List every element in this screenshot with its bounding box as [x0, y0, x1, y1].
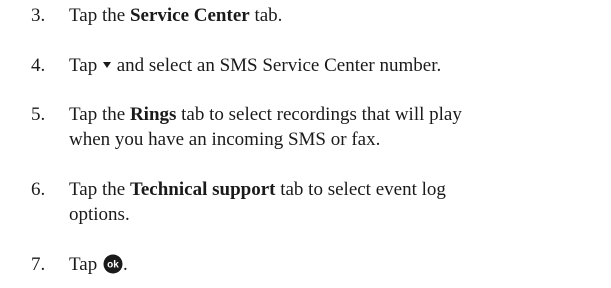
step-text-post: tab to select event log — [275, 179, 446, 200]
step-text-pre: Tap the — [69, 179, 130, 200]
step-text-line2: when you have an incoming SMS or fax. — [69, 129, 381, 150]
step-text-line2: options. — [69, 204, 130, 225]
step-text: Tap ok. — [69, 252, 611, 281]
step-text: Tap and select an SMS Service Center num… — [69, 53, 611, 78]
ok-icon-text: ok — [107, 260, 119, 271]
step-text: Tap the Service Center tab. — [69, 3, 611, 28]
dropdown-arrow-icon — [102, 62, 111, 68]
step-text-pre: Tap the — [69, 104, 130, 125]
step-number: 6. — [31, 179, 46, 200]
step-text-pre: Tap — [69, 254, 102, 275]
ok-icon: ok — [103, 254, 123, 281]
step-text-post: and select an SMS Service Center number. — [111, 55, 442, 76]
step-text-pre: Tap — [69, 55, 102, 76]
technical-support-tab-name: Technical support — [129, 179, 276, 200]
rings-tab-name: Rings — [129, 104, 177, 125]
step-number: 3. — [31, 5, 46, 26]
step-number: 5. — [31, 104, 46, 125]
step-text-post: . — [122, 254, 128, 275]
step-text: Tap the Technical support tab to select … — [69, 177, 611, 227]
step-text-pre: Tap the — [69, 5, 130, 26]
step-text: Tap the Rings tab to select recordings t… — [69, 102, 611, 152]
service-center-tab-name: Service Center — [129, 5, 250, 26]
step-number: 4. — [31, 55, 46, 76]
step-text-post: tab. — [249, 5, 283, 26]
step-text-post: tab to select recordings that will play — [176, 104, 462, 125]
step-number: 7. — [31, 254, 46, 275]
